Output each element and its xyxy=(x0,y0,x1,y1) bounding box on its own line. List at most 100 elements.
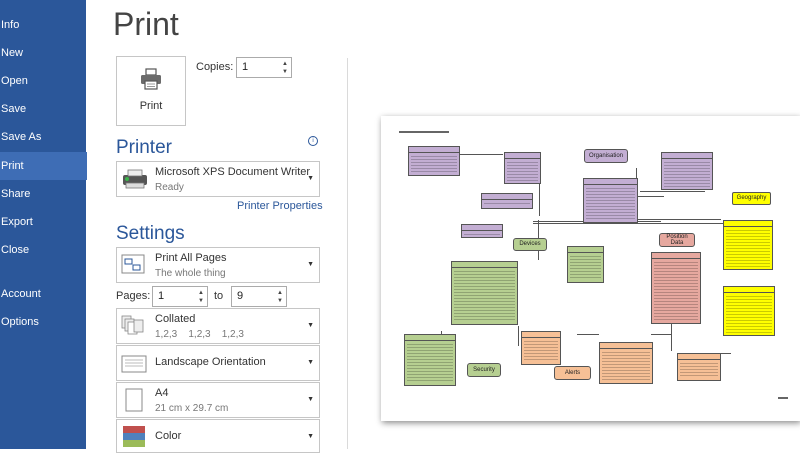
nav-share[interactable]: Share xyxy=(0,180,87,208)
nav-save[interactable]: Save xyxy=(0,95,87,123)
pages-label: Pages: xyxy=(116,290,151,302)
color-icon xyxy=(123,426,145,447)
diagram-table xyxy=(599,342,653,384)
chevron-down-icon[interactable]: ▼ xyxy=(307,261,314,268)
printer-device-icon xyxy=(123,169,147,189)
diagram-table xyxy=(451,261,518,325)
preview-page-footer xyxy=(778,397,788,399)
nav-account[interactable]: Account xyxy=(0,280,87,308)
pages-from-stepper[interactable]: 1 ▲ ▼ xyxy=(152,286,208,307)
diagram-connector xyxy=(636,196,664,197)
print-range-subtitle: The whole thing xyxy=(155,268,226,279)
diagram-table xyxy=(567,246,604,283)
diagram-table xyxy=(677,353,721,381)
printer-dropdown[interactable]: Microsoft XPS Document Writer Ready ▼ xyxy=(116,161,320,197)
chevron-down-icon[interactable]: ▼ xyxy=(307,359,314,366)
diagram-table xyxy=(481,193,533,209)
chevron-up-icon[interactable]: ▲ xyxy=(282,61,288,67)
collation-dropdown[interactable]: Collated 1,2,3 1,2,3 1,2,3 ▼ xyxy=(116,308,320,344)
diagram-table xyxy=(408,146,460,176)
landscape-icon xyxy=(121,355,147,373)
print-preview[interactable]: Organisation Geography Position Data Dev… xyxy=(381,116,800,421)
nav-export[interactable]: Export xyxy=(0,208,87,236)
chevron-down-icon[interactable]: ▼ xyxy=(307,322,314,329)
paper-size-dropdown[interactable]: A4 21 cm x 29.7 cm ▼ xyxy=(116,382,320,418)
paper-icon xyxy=(125,388,143,412)
panel-divider xyxy=(347,58,348,449)
pages-from-arrows[interactable]: ▲ ▼ xyxy=(194,287,207,306)
nav-close[interactable]: Close xyxy=(0,236,87,264)
collation-subtitle: 1,2,3 1,2,3 1,2,3 xyxy=(155,329,244,340)
chevron-down-icon[interactable]: ▼ xyxy=(282,69,288,75)
label-geography: Geography xyxy=(732,192,771,205)
collation-title: Collated xyxy=(155,313,196,325)
orientation-dropdown[interactable]: Landscape Orientation ▼ xyxy=(116,345,320,381)
chevron-up-icon[interactable]: ▲ xyxy=(198,290,204,296)
collated-icon xyxy=(121,315,144,335)
printer-heading: Printer xyxy=(116,137,172,158)
paper-subtitle: 21 cm x 29.7 cm xyxy=(155,403,229,414)
pages-to-arrows[interactable]: ▲ ▼ xyxy=(273,287,286,306)
nav-save-as[interactable]: Save As xyxy=(0,123,87,151)
diagram-connector xyxy=(636,219,721,220)
page-title: Print xyxy=(113,6,179,42)
printer-name: Microsoft XPS Document Writer xyxy=(155,166,311,178)
diagram-table xyxy=(404,334,456,386)
label-devices: Devices xyxy=(513,238,547,251)
nav-options[interactable]: Options xyxy=(0,308,87,336)
diagram-table xyxy=(521,331,561,365)
printer-status: Ready xyxy=(155,182,184,193)
chevron-down-icon[interactable]: ▼ xyxy=(307,175,314,182)
chevron-up-icon[interactable]: ▲ xyxy=(277,290,283,296)
diagram-table xyxy=(723,220,773,270)
diagram-connector xyxy=(640,191,705,192)
pages-to-value: 9 xyxy=(237,290,244,302)
preview-page-header xyxy=(399,131,449,133)
info-icon[interactable]: i xyxy=(308,136,318,146)
backstage-sidebar: Info New Open Save Save As Print Share E… xyxy=(0,0,87,449)
diagram-connector xyxy=(518,326,519,346)
orientation-title: Landscape Orientation xyxy=(155,356,266,368)
print-button-label: Print xyxy=(139,100,163,112)
diagram-connector xyxy=(577,334,599,335)
diagram-connector xyxy=(533,221,583,222)
diagram-table xyxy=(504,152,541,184)
label-alerts: Alerts xyxy=(554,366,591,380)
pages-range-icon xyxy=(121,254,145,274)
print-range-title: Print All Pages xyxy=(155,252,227,264)
diagram-table xyxy=(661,152,713,190)
pages-from-value: 1 xyxy=(158,290,165,302)
nav-new[interactable]: New xyxy=(0,39,87,67)
print-button[interactable]: Print xyxy=(116,56,186,126)
copies-stepper-arrows[interactable]: ▲ ▼ xyxy=(278,58,291,77)
color-title: Color xyxy=(155,430,182,442)
diagram-table xyxy=(461,224,503,238)
chevron-down-icon[interactable]: ▼ xyxy=(277,298,283,304)
diagram-connector xyxy=(533,223,723,224)
copies-value: 1 xyxy=(242,61,249,73)
chevron-down-icon[interactable]: ▼ xyxy=(307,433,314,440)
paper-title: A4 xyxy=(155,387,169,399)
copies-stepper[interactable]: 1 ▲ ▼ xyxy=(236,57,292,78)
diagram-table xyxy=(723,286,775,336)
chevron-down-icon[interactable]: ▼ xyxy=(307,396,314,403)
printer-icon xyxy=(141,68,161,90)
label-position-data: Position Data xyxy=(659,233,695,247)
pages-to-stepper[interactable]: 9 ▲ ▼ xyxy=(231,286,287,307)
copies-label: Copies: xyxy=(196,61,234,73)
print-range-dropdown[interactable]: Print All Pages The whole thing ▼ xyxy=(116,247,320,283)
nav-info[interactable]: Info xyxy=(0,11,87,39)
pages-to-label: to xyxy=(214,290,224,302)
nav-open[interactable]: Open xyxy=(0,67,87,95)
diagram-table xyxy=(651,252,701,324)
label-organisation: Organisation xyxy=(584,149,628,163)
diagram-connector xyxy=(651,334,671,335)
diagram-connector xyxy=(458,154,503,155)
printer-properties-link[interactable]: Printer Properties xyxy=(237,200,323,212)
color-dropdown[interactable]: Color ▼ xyxy=(116,419,320,453)
nav-print[interactable]: Print xyxy=(0,152,87,180)
chevron-down-icon[interactable]: ▼ xyxy=(198,298,204,304)
settings-heading: Settings xyxy=(116,223,185,244)
diagram-table xyxy=(583,178,638,223)
label-security: Security xyxy=(467,363,501,377)
